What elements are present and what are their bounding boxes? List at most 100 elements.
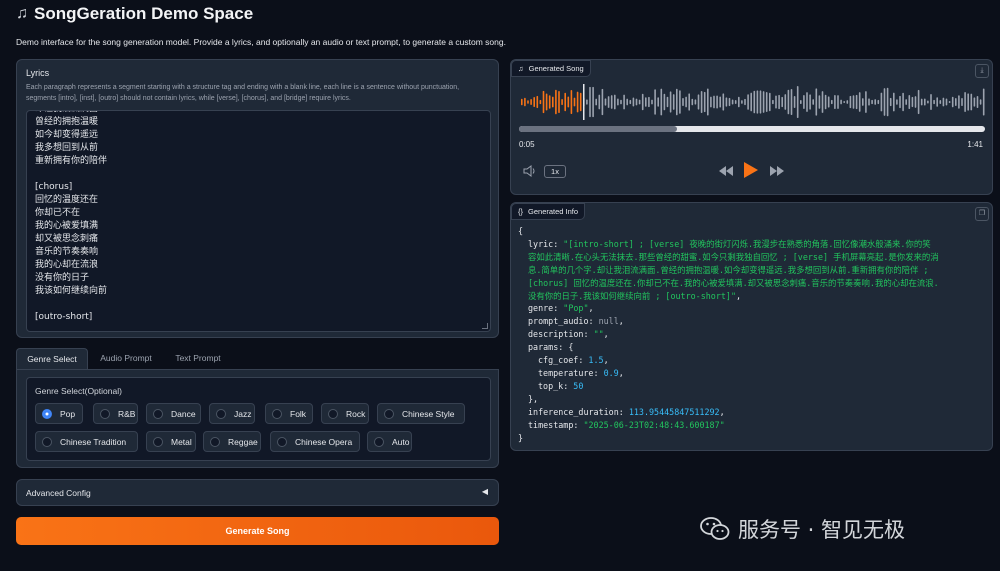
waveform-bar xyxy=(710,96,712,108)
radio-icon xyxy=(328,408,338,419)
genre-option-label: Auto xyxy=(392,436,410,447)
genre-radio-group: Genre Select(Optional) Pop R&B Dance Jazz Fo… xyxy=(26,377,491,461)
waveform-bar xyxy=(688,93,690,111)
genre-option-folk[interactable]: Folk xyxy=(265,403,313,424)
lyric-line: 你却已不在 xyxy=(35,208,81,218)
waveform-bar xyxy=(617,98,619,106)
json-token: inference_duration: xyxy=(528,406,629,417)
lyrics-textarea[interactable]: 却让我泪流满面曾经的拥抱温暖如今却变得遥远我多想回到从前重新拥有你的陪伴 [ch… xyxy=(26,110,491,332)
waveform-bar xyxy=(691,98,694,106)
json-token: 没有你的日子.我该如何继续向前 ; [outro-short]" xyxy=(528,290,737,301)
waveform-bar xyxy=(970,93,973,111)
genre-option-metal[interactable]: Metal xyxy=(146,431,196,452)
generated-info-badge: {} Generated Info xyxy=(511,203,586,220)
watermark-text: 服务号 · 智见无极 xyxy=(738,518,906,542)
playback-speed-button[interactable]: 1x xyxy=(544,165,566,178)
genre-option-pop[interactable]: Pop xyxy=(35,403,83,424)
waveform-bar xyxy=(762,91,765,113)
tab-text-prompt[interactable]: Text Prompt xyxy=(168,348,228,370)
genre-option-label: Reggae xyxy=(228,436,258,447)
genre-option-reggae[interactable]: Reggae xyxy=(203,431,261,452)
json-viewer: {lyric: "[intro-short] ; [verse] 夜晚的街灯闪烁… xyxy=(518,225,988,444)
genre-option-rock[interactable]: Rock xyxy=(321,403,369,424)
waveform-bar xyxy=(530,99,532,105)
generate-song-button[interactable]: Generate Song xyxy=(16,517,499,545)
genre-option-chinese-opera[interactable]: Chinese Opera xyxy=(270,431,360,452)
json-token: 113.95445847511292 xyxy=(628,406,720,417)
waveform-bar xyxy=(561,99,563,105)
genre-option-label: Jazz xyxy=(234,408,252,419)
fast-forward-icon[interactable] xyxy=(769,165,785,177)
waveform-bar xyxy=(586,99,588,105)
json-token: timestamp: xyxy=(528,419,584,430)
waveform-bar xyxy=(657,97,659,107)
rewind-icon[interactable] xyxy=(718,165,734,177)
waveform-bar xyxy=(973,97,976,107)
genre-option-dance[interactable]: Dance xyxy=(146,403,201,424)
json-token: , xyxy=(618,316,624,327)
download-icon[interactable]: ⤓ xyxy=(975,64,989,78)
lyric-line: [chorus] xyxy=(35,182,73,192)
waveform-bar xyxy=(527,100,529,104)
playhead[interactable] xyxy=(583,84,585,120)
genre-option-r-b[interactable]: R&B xyxy=(93,403,138,424)
lyric-line: 却又被思念刺痛 xyxy=(35,234,99,244)
radio-icon xyxy=(216,408,226,419)
play-icon[interactable] xyxy=(743,161,759,179)
json-line: params: { xyxy=(518,341,988,354)
waveform-bar xyxy=(948,101,951,103)
waveform-bar xyxy=(725,97,728,107)
genre-option-label: Pop xyxy=(60,408,76,419)
genre-option-label: Chinese Style xyxy=(402,408,455,419)
waveform-bar xyxy=(775,95,777,109)
waveform-bar xyxy=(942,97,945,107)
json-line: [chorus] 回忆的温度还在.你却已不在.我的心被爱填满.却又被思念刺痛.音… xyxy=(518,277,988,290)
tab-genre-select[interactable]: Genre Select xyxy=(16,348,88,370)
waveform-bar xyxy=(589,86,591,118)
genre-option-chinese-style[interactable]: Chinese Style xyxy=(377,403,465,424)
waveform-bar xyxy=(663,93,666,111)
waveform-bar xyxy=(778,94,780,110)
waveform-bar xyxy=(803,95,805,109)
waveform-bar xyxy=(809,94,811,110)
json-token: params: { xyxy=(528,342,574,353)
waveform-bar xyxy=(573,97,576,107)
waveform-bar xyxy=(806,92,808,112)
genre-option-label: Folk xyxy=(290,408,307,419)
json-token: 0.9 xyxy=(603,367,619,378)
genre-option-jazz[interactable]: Jazz xyxy=(209,403,255,424)
waveform-bar xyxy=(576,91,579,113)
json-token: , xyxy=(618,367,624,378)
waveform-bar xyxy=(548,95,551,109)
waveform-bar xyxy=(759,90,762,114)
genre-option-auto[interactable]: Auto xyxy=(367,431,412,452)
volume-icon[interactable] xyxy=(523,165,537,177)
json-token: { xyxy=(518,226,524,236)
genre-option-label: Chinese Tradition xyxy=(60,436,127,447)
waveform-bar xyxy=(800,99,802,105)
radio-icon xyxy=(277,436,287,447)
waveform-bar xyxy=(610,95,613,109)
resize-handle-icon[interactable] xyxy=(482,323,488,329)
waveform-bar xyxy=(635,98,638,106)
tab-audio-prompt[interactable]: Audio Prompt xyxy=(96,348,156,370)
waveform-bar xyxy=(840,99,842,105)
radio-icon xyxy=(153,408,163,419)
waveform-bar xyxy=(871,99,873,105)
copy-icon[interactable]: ❐ xyxy=(975,207,989,221)
json-braces-icon: {} xyxy=(518,207,524,216)
duration: 1:41 xyxy=(967,140,983,149)
advanced-config-accordion[interactable]: Advanced Config ◀ xyxy=(16,479,499,506)
waveform[interactable] xyxy=(519,82,985,122)
waveform-bar xyxy=(982,88,985,116)
json-token: cfg_coef: xyxy=(538,355,589,366)
waveform-bar xyxy=(731,99,734,105)
waveform-bar xyxy=(620,99,622,105)
seek-bar[interactable] xyxy=(519,126,985,132)
genre-option-chinese-tradition[interactable]: Chinese Tradition xyxy=(35,431,138,452)
waveform-bar xyxy=(719,96,721,108)
json-line: }, xyxy=(518,393,988,406)
waveform-bar xyxy=(648,96,650,108)
waveform-bar xyxy=(877,99,880,105)
waveform-bar xyxy=(852,95,855,109)
